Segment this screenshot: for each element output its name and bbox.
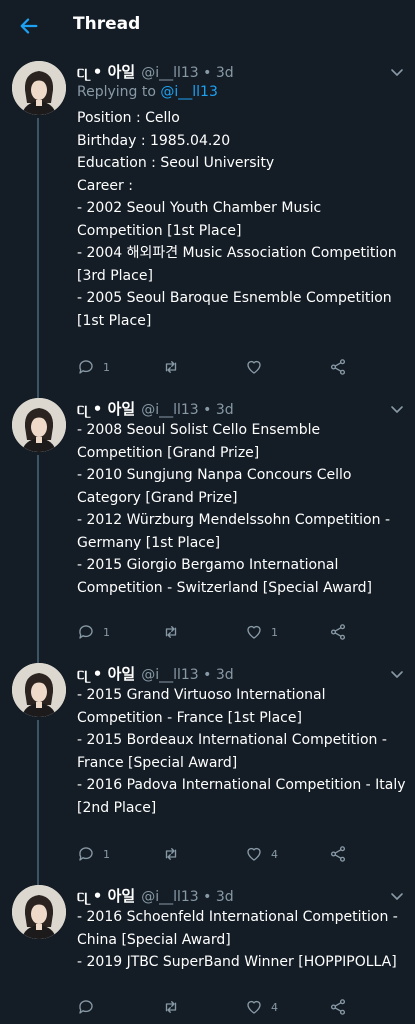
back-button[interactable] xyxy=(14,11,44,41)
text-line: - 2002 Seoul Youth Chamber Music Competi… xyxy=(77,200,322,239)
share-icon xyxy=(330,359,346,375)
tweet-header: ᥴᥨ • 아일 @i__ll13 • 3d xyxy=(77,398,385,418)
handle-and-time: @i__ll13 • 3d xyxy=(141,402,234,418)
mention-link[interactable]: @i__ll13 xyxy=(160,84,217,100)
heart-icon xyxy=(247,847,261,861)
display-name[interactable]: ᥴᥨ • 아일 xyxy=(77,398,135,418)
page-title: Thread xyxy=(73,14,141,34)
text-line: - 2015 Bordeaux International Competitio… xyxy=(77,732,387,771)
tweet-header: ᥴᥨ • 아일 @i__ll13 • 3d xyxy=(77,61,385,81)
like-button[interactable]: 4 xyxy=(245,996,278,1018)
tweet-text: Position : Cello Birthday : 1985.04.20 E… xyxy=(77,107,407,332)
tweet-header: ᥴᥨ • 아일 @i__ll13 • 3d xyxy=(77,885,385,905)
arrow-left-icon xyxy=(20,18,38,34)
tweet-header: ᥴᥨ • 아일 @i__ll13 • 3d xyxy=(77,663,385,683)
chevron-down-icon[interactable] xyxy=(389,64,405,80)
text-line: - 2016 Schoenfeld International Competit… xyxy=(77,909,398,948)
tweet-actions: 1 1 xyxy=(77,621,377,643)
retweet-button[interactable] xyxy=(161,843,189,865)
tweet[interactable]: ᥴᥨ • 아일 @i__ll13 • 3d - 2008 Seoul Solis… xyxy=(0,398,415,648)
chevron-down-icon[interactable] xyxy=(389,666,405,682)
share-button[interactable] xyxy=(329,843,347,865)
reply-icon xyxy=(79,360,93,374)
top-bar: Thread xyxy=(0,0,415,52)
text-line: Position : Cello xyxy=(77,110,180,126)
like-button[interactable]: 4 xyxy=(245,843,278,865)
handle-and-time: @i__ll13 • 3d xyxy=(141,667,234,683)
tweet-actions: 1 4 xyxy=(77,843,377,865)
tweet-text: - 2015 Grand Virtuoso International Comp… xyxy=(77,684,407,819)
tweet[interactable]: ᥴᥨ • 아일 @i__ll13 • 3d - 2016 Schoenfeld … xyxy=(0,885,415,1020)
heart-icon xyxy=(247,1000,261,1014)
text-line: - 2015 Giorgio Bergamo International Com… xyxy=(77,557,372,596)
retweet-button[interactable] xyxy=(161,996,189,1018)
text-line: - 2008 Seoul Solist Cello Ensemble Compe… xyxy=(77,422,321,461)
tweet-actions: 4 xyxy=(77,996,377,1018)
retweet-icon xyxy=(165,361,177,373)
text-line: - 2010 Sungjung Nanpa Concours Cello Cat… xyxy=(77,467,352,506)
share-icon xyxy=(330,624,346,640)
reply-count: 1 xyxy=(103,360,110,374)
tweet[interactable]: ᥴᥨ • 아일 @i__ll13 • 3d - 2015 Grand Virtu… xyxy=(0,663,415,873)
share-button[interactable] xyxy=(329,621,347,643)
like-button[interactable]: 1 xyxy=(245,621,278,643)
text-line: Education : Seoul University xyxy=(77,155,275,171)
text-line: - 2012 Würzburg Mendelssohn Competition … xyxy=(77,512,390,551)
text-line: - 2019 JTBC SuperBand Winner [HOPPIPOLLA… xyxy=(77,954,397,970)
display-name[interactable]: ᥴᥨ • 아일 xyxy=(77,61,135,81)
retweet-button[interactable] xyxy=(161,356,189,378)
reply-icon xyxy=(79,847,93,861)
avatar[interactable] xyxy=(12,61,66,115)
tweet-text: - 2016 Schoenfeld International Competit… xyxy=(77,906,407,974)
like-count: 1 xyxy=(271,625,278,639)
handle-and-time: @i__ll13 • 3d xyxy=(141,889,234,905)
share-button[interactable] xyxy=(329,356,347,378)
retweet-icon xyxy=(165,848,177,860)
text-line: - 2004 해외파견 Music Association Competitio… xyxy=(77,245,397,284)
reply-count: 1 xyxy=(103,847,110,861)
like-count: 4 xyxy=(271,1000,278,1014)
retweet-icon xyxy=(165,1001,177,1013)
handle-and-time: @i__ll13 • 3d xyxy=(141,65,234,81)
tweet-actions: 1 xyxy=(77,356,377,378)
share-button[interactable] xyxy=(329,996,347,1018)
tweet[interactable]: ᥴᥨ • 아일 @i__ll13 • 3d Replying to @i__ll… xyxy=(0,61,415,391)
chevron-down-icon[interactable] xyxy=(389,888,405,904)
reply-button[interactable]: 1 xyxy=(77,843,110,865)
tweet-text: - 2008 Seoul Solist Cello Ensemble Compe… xyxy=(77,419,407,599)
retweet-button[interactable] xyxy=(161,621,189,643)
chevron-down-icon[interactable] xyxy=(389,401,405,417)
like-button[interactable] xyxy=(245,356,271,378)
display-name[interactable]: ᥴᥨ • 아일 xyxy=(77,885,135,905)
reply-button[interactable]: 1 xyxy=(77,621,110,643)
retweet-icon xyxy=(165,626,177,638)
text-line: - 2016 Padova International Competition … xyxy=(77,777,406,816)
share-icon xyxy=(330,999,346,1015)
heart-icon xyxy=(247,625,261,639)
replying-to-label: Replying to xyxy=(77,84,156,100)
like-count: 4 xyxy=(271,847,278,861)
text-line: - 2005 Seoul Baroque Esnemble Competitio… xyxy=(77,290,392,329)
text-line: Career : xyxy=(77,177,133,194)
reply-button[interactable]: 1 xyxy=(77,356,110,378)
reply-button[interactable] xyxy=(77,996,103,1018)
replying-to: Replying to @i__ll13 xyxy=(77,84,218,100)
avatar[interactable] xyxy=(12,885,66,939)
text-line: Birthday : 1985.04.20 xyxy=(77,132,231,149)
reply-count: 1 xyxy=(103,625,110,639)
avatar[interactable] xyxy=(12,663,66,717)
heart-icon xyxy=(247,360,261,374)
avatar[interactable] xyxy=(12,398,66,452)
text-line: - 2015 Grand Virtuoso International Comp… xyxy=(77,687,326,726)
reply-icon xyxy=(79,1000,93,1014)
display-name[interactable]: ᥴᥨ • 아일 xyxy=(77,663,135,683)
share-icon xyxy=(330,846,346,862)
reply-icon xyxy=(79,625,93,639)
